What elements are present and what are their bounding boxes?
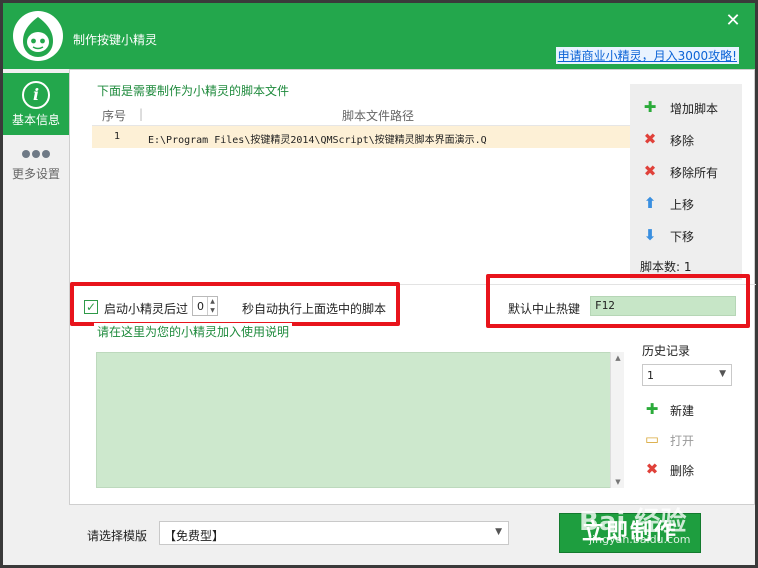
close-button[interactable]: ✕ <box>723 11 743 31</box>
scroll-down-icon[interactable]: ▼ <box>611 478 625 486</box>
template-selected-value: 【免费型】 <box>164 529 225 543</box>
info-icon: i <box>22 81 50 109</box>
new-button[interactable]: ✚ 新建 <box>640 398 736 420</box>
sidebar: i 基本信息 更多设置 <box>3 69 69 565</box>
baidu-watermark-url: jingyan.baidu.com <box>589 533 691 546</box>
remove-all-icon: ✖ <box>643 162 657 180</box>
x-icon: ✖ <box>643 130 657 148</box>
template-select[interactable]: 【免费型】 ▼ <box>159 521 509 545</box>
main-content: 下面是需要制作为小精灵的脚本文件 序号 | 脚本文件路径 1 E:\Progra… <box>69 69 756 505</box>
history-panel: 历史记录 1 ▼ ✚ 新建 ▭ 打开 ✖ 删除 <box>634 336 744 490</box>
description-textarea[interactable] <box>96 352 624 488</box>
promo-link[interactable]: 申请商业小精灵，月入3000攻略! <box>555 47 739 64</box>
new-label: 新建 <box>670 404 695 418</box>
history-select[interactable]: 1 ▼ <box>642 364 732 386</box>
move-down-label: 下移 <box>670 230 695 244</box>
list-header: 序号 | 脚本文件路径 <box>92 104 630 126</box>
description-scrollbar[interactable]: ▲ ▼ <box>610 352 624 488</box>
scripts-group-title: 下面是需要制作为小精灵的脚本文件 <box>94 82 293 99</box>
remove-label: 移除 <box>670 134 695 148</box>
column-separator: | <box>139 107 144 121</box>
add-script-label: 增加脚本 <box>670 102 719 116</box>
history-selected-value: 1 <box>647 369 654 382</box>
description-group-title: 请在这里为您的小精灵加入使用说明 <box>94 323 293 340</box>
delete-label: 删除 <box>670 464 695 478</box>
arrow-down-icon: ⬇ <box>643 226 657 244</box>
column-header-number: 序号 <box>102 109 127 123</box>
script-actions-panel: ✚ 增加脚本 ✖ 移除 ✖ 移除所有 ⬆ 上移 ⬇ 下移 脚本数: 1 <box>630 84 742 280</box>
scroll-up-icon[interactable]: ▲ <box>611 354 625 362</box>
history-label: 历史记录 <box>642 344 691 358</box>
move-up-button[interactable]: ⬆ 上移 <box>636 192 736 214</box>
open-button[interactable]: ▭ 打开 <box>640 428 736 450</box>
folder-icon: ▭ <box>644 430 660 448</box>
app-logo-icon <box>13 11 63 61</box>
row-number: 1 <box>114 131 121 142</box>
script-count: 脚本数: 1 <box>640 260 692 274</box>
close-icon: ✕ <box>725 10 741 31</box>
highlight-box-hotkey <box>486 274 750 328</box>
plus-icon: ✚ <box>645 400 659 418</box>
sidebar-item-label: 基本信息 <box>11 113 60 127</box>
move-up-label: 上移 <box>670 198 695 212</box>
table-row[interactable]: 1 E:\Program Files\按键精灵2014\QMScript\按键精… <box>92 126 630 148</box>
add-script-button[interactable]: ✚ 增加脚本 <box>636 96 736 118</box>
move-down-button[interactable]: ⬇ 下移 <box>636 224 736 246</box>
script-file-list[interactable]: 序号 | 脚本文件路径 1 E:\Program Files\按键精灵2014\… <box>92 104 630 284</box>
chevron-down-icon: ▼ <box>495 527 502 537</box>
delete-button[interactable]: ✖ 删除 <box>640 458 736 480</box>
app-window: 制作按键小精灵 ✕ 申请商业小精灵，月入3000攻略! i 基本信息 更多设置 … <box>0 0 758 568</box>
x-icon: ✖ <box>645 460 659 478</box>
more-dots-icon <box>3 147 69 161</box>
remove-all-button[interactable]: ✖ 移除所有 <box>636 160 736 182</box>
remove-all-label: 移除所有 <box>670 166 719 180</box>
plus-icon: ✚ <box>643 98 657 116</box>
window-title: 制作按键小精灵 <box>73 33 158 47</box>
column-header-path: 脚本文件路径 <box>342 109 415 123</box>
sidebar-item-more-settings[interactable]: 更多设置 <box>3 139 69 201</box>
chevron-down-icon: ▼ <box>719 369 726 379</box>
arrow-up-icon: ⬆ <box>643 194 657 212</box>
title-bar: 制作按键小精灵 ✕ 申请商业小精灵，月入3000攻略! <box>3 3 755 69</box>
open-label: 打开 <box>670 434 695 448</box>
remove-button[interactable]: ✖ 移除 <box>636 128 736 150</box>
template-label: 请选择模版 <box>87 529 148 543</box>
sidebar-item-basic-info[interactable]: i 基本信息 <box>3 73 69 135</box>
highlight-box-autorun <box>70 282 400 326</box>
row-path: E:\Program Files\按键精灵2014\QMScript\按键精灵脚… <box>148 135 487 146</box>
sidebar-item-label: 更多设置 <box>11 167 60 181</box>
